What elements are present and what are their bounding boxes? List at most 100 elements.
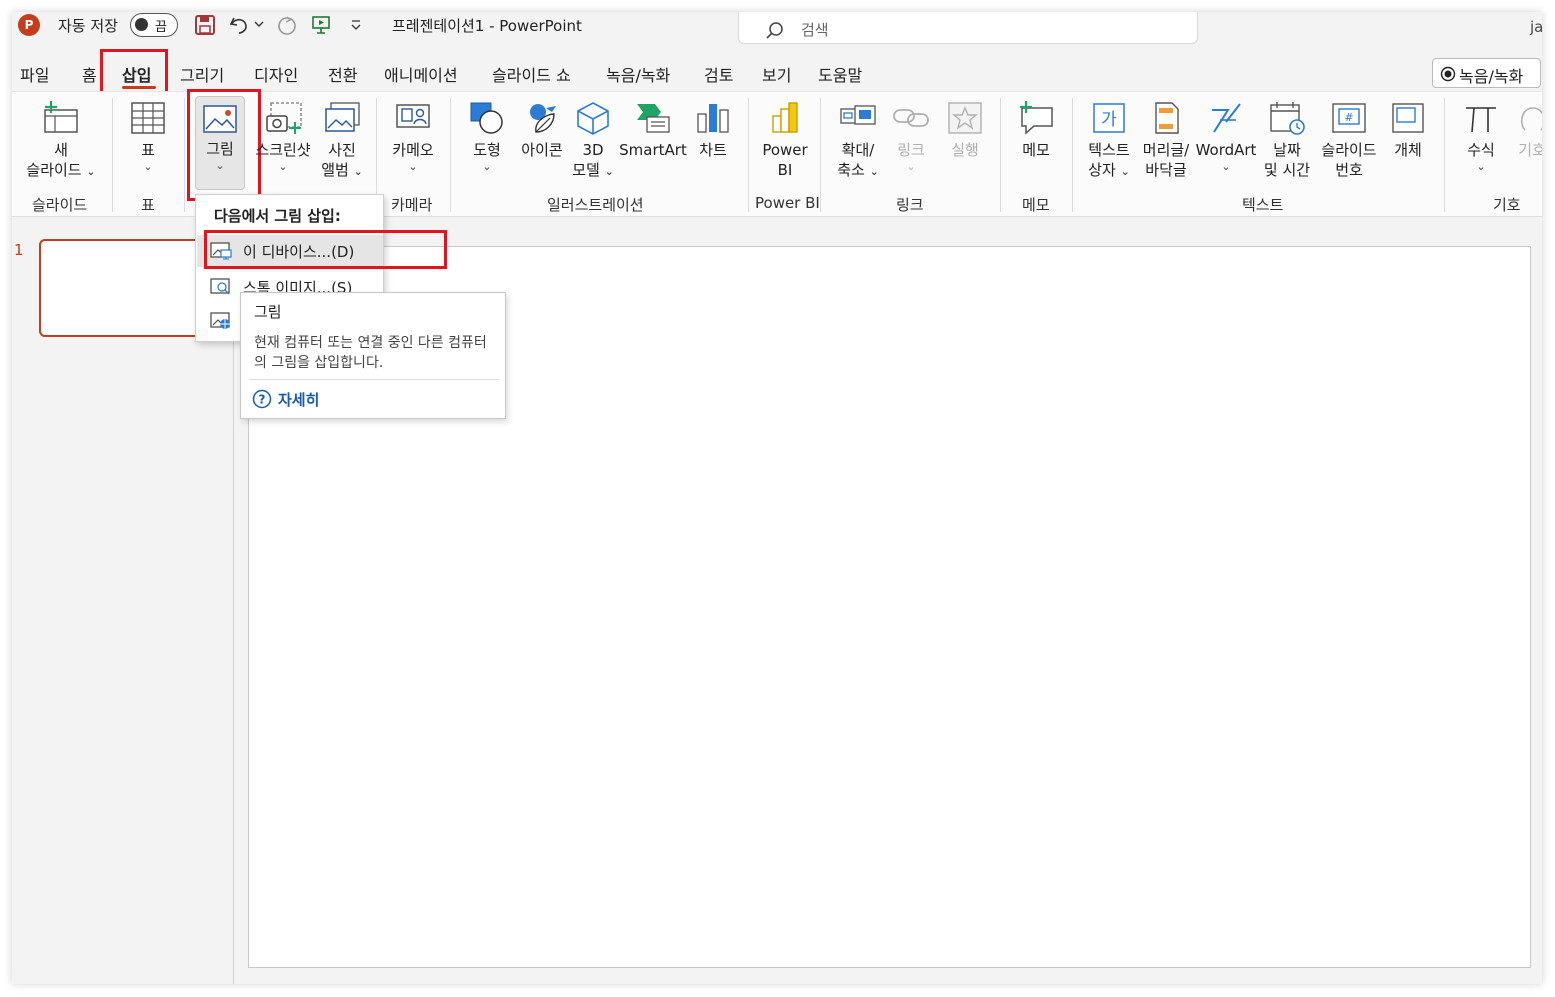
zoom-icon	[840, 105, 876, 125]
svg-text:?: ?	[259, 393, 266, 407]
chevron-down-icon: ⌄	[604, 165, 614, 178]
tab-slideshow[interactable]: 슬라이드 쇼	[492, 62, 571, 86]
shapes-button[interactable]: 도형 ⌄	[462, 100, 512, 174]
comment-icon	[1020, 101, 1053, 135]
icons-button[interactable]: 아이콘	[514, 100, 570, 160]
toggle-knob	[135, 18, 148, 31]
3d-models-button[interactable]: 3D 모델 ⌄	[570, 100, 616, 182]
object-button[interactable]: 개체	[1384, 100, 1432, 160]
wordart-button[interactable]: WordArt ⌄	[1194, 100, 1258, 174]
svg-text:가: 가	[1101, 110, 1117, 130]
object-icon	[1392, 103, 1424, 133]
customize-qat-icon[interactable]	[350, 19, 362, 31]
tab-home[interactable]: 홈	[82, 62, 97, 86]
equation-button[interactable]: 수식 ⌄	[1456, 100, 1506, 174]
table-button[interactable]: 표 ⌄	[122, 100, 174, 174]
user-account[interactable]: ja	[1530, 18, 1542, 36]
wordart-label: WordArt	[1195, 141, 1257, 159]
group-separator	[184, 98, 185, 212]
slide-number: 1	[14, 241, 24, 259]
tooltip-description: 현재 컴퓨터 또는 연결 중인 다른 컴퓨터의 그림을 삽입합니다.	[254, 335, 487, 371]
group-separator	[1000, 98, 1001, 212]
zoom-label-1: 확대/	[841, 141, 875, 159]
group-label-comments: 메모	[1022, 196, 1050, 214]
undo-icon[interactable]	[228, 14, 252, 36]
link-button[interactable]: 링크 ⌄	[888, 100, 934, 174]
slide-number-button[interactable]: # 슬라이드 번호	[1316, 100, 1382, 180]
smartart-button[interactable]: SmartArt	[618, 100, 688, 160]
save-icon[interactable]	[194, 14, 216, 36]
record-button[interactable]: 녹음/녹화	[1432, 58, 1541, 88]
icons-label: 아이콘	[521, 141, 563, 159]
group-label-slides: 슬라이드	[32, 196, 88, 214]
chevron-down-icon: ⌄	[906, 160, 916, 173]
tab-review[interactable]: 검토	[704, 62, 733, 86]
equation-label: 수식	[1467, 141, 1495, 159]
date-time-button[interactable]: 날짜 및 시간	[1258, 100, 1316, 180]
link-icon	[893, 109, 929, 127]
header-footer-label-1: 머리글/	[1142, 141, 1190, 159]
tooltip-more-label: 자세히	[278, 391, 320, 409]
icons-icon	[530, 104, 556, 133]
redo-icon[interactable]	[276, 14, 298, 36]
chevron-down-icon: ⌄	[1476, 160, 1486, 173]
tab-animations[interactable]: 애니메이션	[384, 62, 458, 86]
comment-label: 메모	[1022, 141, 1050, 159]
textbox-button[interactable]: 가 텍스트 상자 ⌄	[1078, 100, 1140, 182]
tab-recording[interactable]: 녹음/녹화	[606, 62, 670, 86]
photo-album-button[interactable]: 사진 앨범 ⌄	[314, 100, 370, 182]
search-icon	[766, 22, 783, 39]
tooltip-title: 그림	[254, 303, 282, 321]
object-label: 개체	[1394, 141, 1422, 159]
slide-thumbnail[interactable]	[39, 239, 221, 337]
cameo-button[interactable]: 카메오 ⌄	[384, 100, 442, 174]
header-footer-button[interactable]: 머리글/ 바닥글	[1140, 100, 1192, 180]
screenshot-button[interactable]: 스크린샷 ⌄	[252, 100, 314, 174]
app-badge-letter: P	[24, 18, 34, 32]
undo-dropdown-icon[interactable]	[254, 20, 264, 28]
power-bi-button[interactable]: Power BI	[756, 100, 814, 180]
menu-header: 다음에서 그림 삽입:	[214, 207, 341, 225]
tab-design[interactable]: 디자인	[254, 62, 298, 86]
textbox-label-1: 텍스트	[1088, 141, 1130, 159]
tab-file[interactable]: 파일	[20, 62, 49, 86]
action-star-icon	[948, 102, 982, 134]
table-label: 표	[141, 141, 155, 159]
chart-icon	[697, 104, 729, 133]
document-title: 프레젠테이션1 - PowerPoint	[392, 17, 582, 35]
screenshot-label: 스크린샷	[255, 141, 311, 159]
tab-draw[interactable]: 그리기	[180, 62, 224, 86]
power-bi-label-2: BI	[777, 161, 793, 179]
symbol-label: 기호	[1518, 141, 1542, 159]
tab-view[interactable]: 보기	[762, 62, 791, 86]
group-label-table: 표	[141, 196, 155, 214]
comment-button[interactable]: 메모	[1010, 100, 1062, 160]
group-label-power-bi: Power BI	[755, 194, 820, 212]
zoom-button[interactable]: 확대/ 축소 ⌄	[830, 100, 886, 182]
wordart-icon	[1212, 103, 1241, 133]
symbol-button[interactable]: 기호	[1512, 100, 1542, 160]
group-label-illustrations: 일러스트레이션	[547, 196, 644, 214]
autosave-label: 자동 저장	[58, 17, 118, 35]
search-box[interactable]: 검색	[738, 12, 1198, 44]
chart-button[interactable]: 차트	[690, 100, 736, 160]
screenshot-icon	[266, 102, 302, 134]
insert-tab-highlight	[100, 49, 168, 95]
action-button[interactable]: 실행	[942, 100, 988, 160]
this-device-highlight	[204, 230, 447, 269]
slide-number-label-2: 번호	[1335, 161, 1363, 179]
pi-icon	[1466, 107, 1496, 133]
autosave-toggle[interactable]: 끔	[130, 13, 178, 37]
new-slide-button[interactable]: 새 슬라이드 ⌄	[18, 100, 104, 182]
tab-help[interactable]: 도움말	[818, 62, 862, 86]
chevron-down-icon: ⌄	[408, 160, 418, 173]
slide-number-label-1: 슬라이드	[1321, 141, 1377, 159]
photo-album-label-2: 앨범	[321, 161, 349, 179]
cameo-label: 카메오	[392, 141, 434, 159]
table-icon	[131, 102, 165, 134]
start-slideshow-icon[interactable]	[310, 14, 332, 36]
chevron-down-icon: ⌄	[278, 160, 288, 173]
new-slide-icon	[44, 101, 78, 133]
tab-transitions[interactable]: 전환	[328, 62, 357, 86]
tooltip-tell-me-more-link[interactable]: ? 자세히	[252, 389, 319, 410]
